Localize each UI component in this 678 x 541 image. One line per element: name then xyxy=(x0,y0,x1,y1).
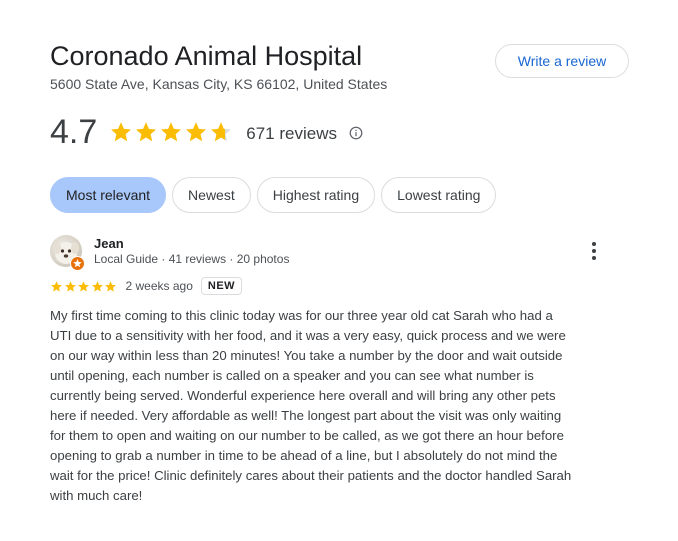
write-review-button[interactable]: Write a review xyxy=(495,44,629,78)
more-vert-icon[interactable] xyxy=(590,242,598,262)
star-icon xyxy=(105,280,116,291)
place-address: 5600 State Ave, Kansas City, KS 66102, U… xyxy=(50,76,388,92)
review-text-line: here if needed. Very affordable as well!… xyxy=(50,408,562,423)
star-icon xyxy=(161,122,182,142)
reviewer-name[interactable]: Jean xyxy=(94,236,124,251)
star-icon xyxy=(51,280,62,291)
star-icon xyxy=(186,122,207,142)
review-stars xyxy=(50,280,118,293)
sort-chip-newest[interactable]: Newest xyxy=(172,177,251,213)
review-text-line: UTI due to a sensitivity with her food, … xyxy=(50,328,566,343)
local-guide-badge-icon xyxy=(70,256,85,271)
review-text-line: wait for the price! Clinic definitely ca… xyxy=(50,468,572,483)
rating-stars xyxy=(109,120,234,144)
rating-summary: 4.7 671 reviews xyxy=(50,110,363,154)
review-text: My first time coming to this clinic toda… xyxy=(50,306,610,506)
sort-chip-most-relevant[interactable]: Most relevant xyxy=(50,177,167,213)
place-title: Coronado Animal Hospital xyxy=(50,41,363,71)
review-date: 2 weeks ago xyxy=(125,279,193,293)
review-text-line: My first time coming to this clinic toda… xyxy=(50,308,553,323)
review-text-line: with much care! xyxy=(50,488,143,503)
review-text-line: until opening, each number is called on … xyxy=(50,368,534,383)
rating-value: 4.7 xyxy=(50,113,98,151)
star-icon xyxy=(91,280,103,291)
review-text-line: for them to open and waiting on our numb… xyxy=(50,428,564,443)
new-badge: NEW xyxy=(200,277,243,295)
star-icon xyxy=(78,280,89,291)
review-count[interactable]: 671 reviews xyxy=(246,124,337,144)
sort-chip-lowest-rating[interactable]: Lowest rating xyxy=(381,177,497,213)
info-icon[interactable] xyxy=(349,126,363,140)
sort-chips: Most relevant Newest Highest rating Lowest … xyxy=(50,177,502,213)
review-rating-line: 2 weeks ago NEW xyxy=(50,275,243,297)
star-icon xyxy=(111,122,132,142)
sort-chip-highest-rating[interactable]: Highest rating xyxy=(256,177,376,213)
avatar[interactable] xyxy=(50,235,85,271)
star-icon xyxy=(136,122,157,142)
review-text-line: opening to grab a number in time to be a… xyxy=(50,448,558,463)
star-icon xyxy=(211,122,232,142)
reviewer-meta: Local Guide · 41 reviews · 20 photos xyxy=(94,252,290,266)
star-icon xyxy=(64,280,76,291)
review-text-line: currently being served. Wonderful experi… xyxy=(50,388,556,403)
review-text-line: on our way within less than 20 minutes! … xyxy=(50,348,563,363)
